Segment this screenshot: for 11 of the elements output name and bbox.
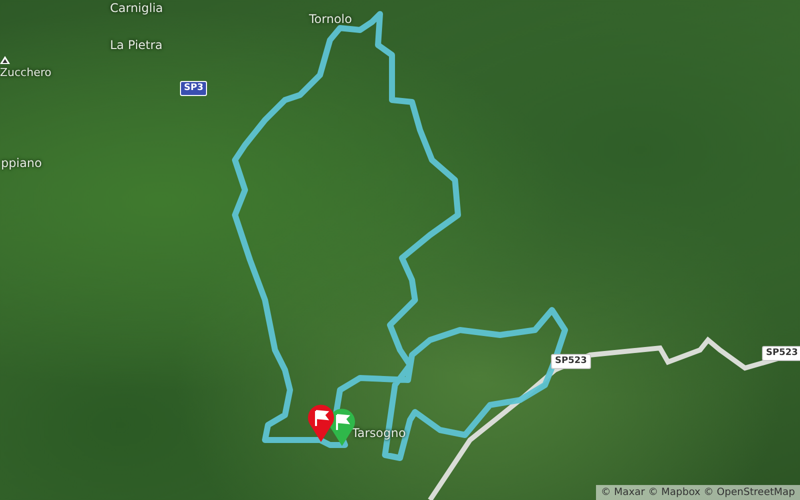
place-label: Zucchero — [0, 66, 52, 79]
road-number-badge: SP523 — [551, 354, 591, 369]
map-attribution[interactable]: © Maxar © Mapbox © OpenStreetMap — [596, 485, 800, 500]
road-number-badge: SP3 — [180, 81, 208, 96]
place-label: Carniglia — [110, 1, 164, 15]
flag-pin-icon[interactable] — [307, 404, 335, 442]
place-label: Tornolo — [309, 12, 352, 26]
place-label: ppiano — [1, 156, 42, 170]
road-number-badge: SP523 — [762, 346, 800, 361]
place-label: La Pietra — [110, 38, 163, 52]
peak-icon — [0, 56, 10, 64]
